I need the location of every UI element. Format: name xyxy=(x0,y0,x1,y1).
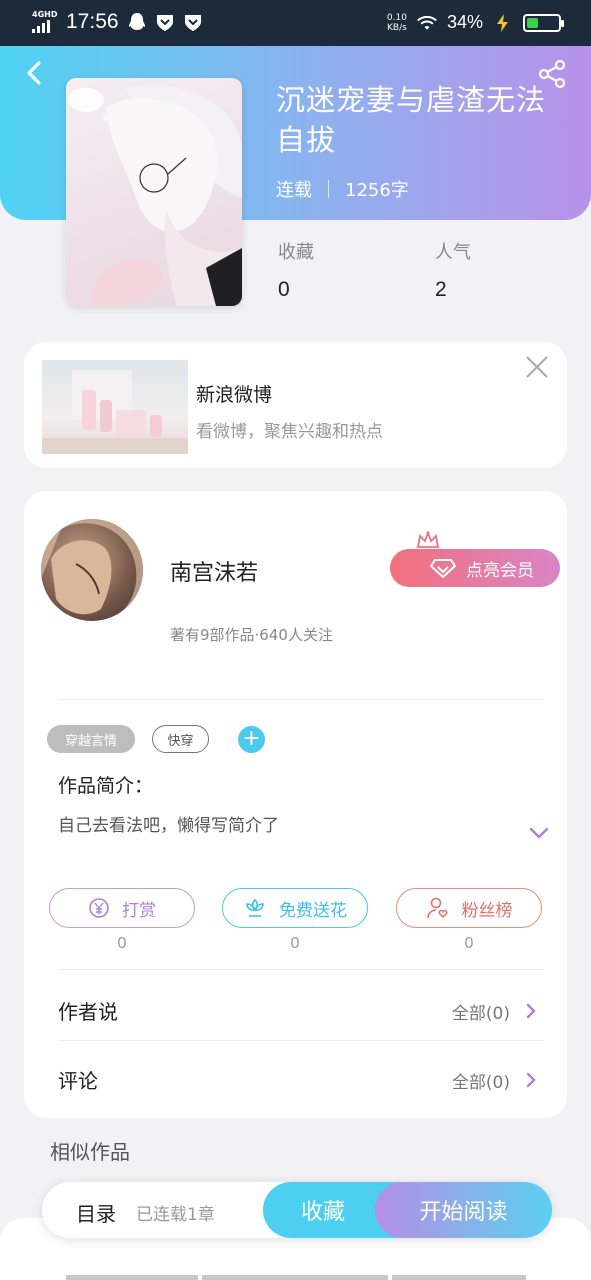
cover-illustration xyxy=(68,85,242,306)
fans-count: 0 xyxy=(464,935,474,952)
light-vip-button[interactable]: 点亮会员 xyxy=(390,549,560,587)
tag-chip[interactable]: 快穿 xyxy=(152,725,209,753)
clock: 17:56 xyxy=(66,10,119,33)
stat-label: 收藏 xyxy=(278,242,314,263)
row-label: 作者说 xyxy=(58,1000,118,1024)
similar-works-title: 相似作品 xyxy=(50,1140,130,1164)
ad-thumbnail xyxy=(42,360,188,454)
reward-label: 打赏 xyxy=(122,900,156,921)
author-name[interactable]: 南宫沫若 xyxy=(170,555,258,587)
author-avatar[interactable] xyxy=(41,519,143,621)
reward-count: 0 xyxy=(117,935,127,952)
book-cover[interactable] xyxy=(66,78,242,306)
divider xyxy=(58,969,544,970)
chevron-right-icon xyxy=(526,1003,536,1019)
chevron-down-icon[interactable] xyxy=(528,825,550,841)
word-count: 1256字 xyxy=(345,180,409,201)
fans-rank-button[interactable]: 粉丝榜 xyxy=(396,888,542,928)
toc-button[interactable]: 目录 xyxy=(76,1198,116,1227)
status-bar: 4GHD 17:56 0.10 KB/s 34% xyxy=(0,0,591,46)
chevron-right-icon xyxy=(526,1072,536,1088)
comments-row[interactable]: 评论 全部(0) xyxy=(58,1049,544,1109)
speed-value: 0.10 xyxy=(386,12,407,23)
ad-close-button[interactable] xyxy=(524,354,550,380)
author-card: 南宫沫若 著有9部作品·640人关注 点亮会员 穿越言情 快穿 + 作品简介： … xyxy=(24,491,567,1118)
divider xyxy=(58,699,544,700)
shield-heart-icon xyxy=(155,12,175,32)
fan-user-icon xyxy=(426,897,447,919)
shield-heart-icon xyxy=(183,12,203,32)
close-icon xyxy=(526,356,548,378)
speed-unit: KB/s xyxy=(387,22,407,33)
ad-subtitle: 看微博，聚焦兴趣和热点 xyxy=(196,422,383,442)
yuan-coin-icon xyxy=(89,898,109,918)
chevron-left-icon xyxy=(27,61,41,85)
row-value: 全部(0) xyxy=(451,1073,510,1093)
intro-text: 自己去看法吧，懒得写简介了 xyxy=(58,816,279,836)
ad-title: 新浪微博 xyxy=(196,384,273,406)
signal-icon xyxy=(32,19,58,33)
add-tag-button[interactable]: + xyxy=(238,726,265,753)
fans-label: 粉丝榜 xyxy=(461,900,513,921)
flower-icon xyxy=(246,898,264,917)
diamond-icon xyxy=(430,559,456,578)
ad-card[interactable]: 新浪微博 看微博，聚焦兴趣和热点 xyxy=(24,342,567,468)
network-speed: 0.10 KB/s xyxy=(387,13,407,33)
network-type: 4G xyxy=(32,10,45,19)
battery-percent: 34% xyxy=(446,12,483,32)
network-indicator: 4GHD xyxy=(32,11,58,33)
divider xyxy=(58,1040,544,1041)
book-meta: 连载 1256字 xyxy=(276,176,409,202)
bottom-action-bar: 目录 已连载1章 收藏 开始阅读 xyxy=(42,1182,552,1238)
vip-button-label: 点亮会员 xyxy=(466,560,534,581)
send-flower-button[interactable]: 免费送花 xyxy=(222,888,368,928)
chapter-count[interactable]: 已连载1章 xyxy=(136,1200,215,1225)
book-title: 沉迷宠妻与虐渣无法自拔 xyxy=(276,83,547,157)
start-reading-button[interactable]: 开始阅读 xyxy=(375,1182,552,1238)
stat-favorites: 收藏 0 xyxy=(278,238,314,302)
bottom-tab-strips xyxy=(66,1275,526,1280)
author-stats: 著有9部作品·640人关注 xyxy=(170,626,333,644)
back-button[interactable] xyxy=(20,58,50,88)
tag-chip[interactable]: 穿越言情 xyxy=(47,725,135,753)
flower-label: 免费送花 xyxy=(279,900,347,921)
crown-icon xyxy=(416,530,440,551)
network-hd: HD xyxy=(44,10,58,19)
reward-button[interactable]: 打赏 xyxy=(49,888,195,928)
flower-count: 0 xyxy=(290,935,300,952)
book-status: 连载 xyxy=(276,180,312,201)
charging-icon xyxy=(493,13,513,33)
wifi-icon xyxy=(417,13,437,33)
stat-popularity: 人气 2 xyxy=(435,238,471,302)
intro-label: 作品简介： xyxy=(58,775,154,797)
stat-value: 0 xyxy=(278,278,290,301)
row-label: 评论 xyxy=(58,1069,98,1093)
stat-label: 人气 xyxy=(435,242,471,263)
author-says-row[interactable]: 作者说 全部(0) xyxy=(58,980,544,1040)
row-value: 全部(0) xyxy=(451,1004,510,1024)
stat-value: 2 xyxy=(435,278,447,301)
battery-icon xyxy=(523,13,564,32)
qq-icon xyxy=(127,12,147,32)
meta-divider xyxy=(328,180,329,198)
